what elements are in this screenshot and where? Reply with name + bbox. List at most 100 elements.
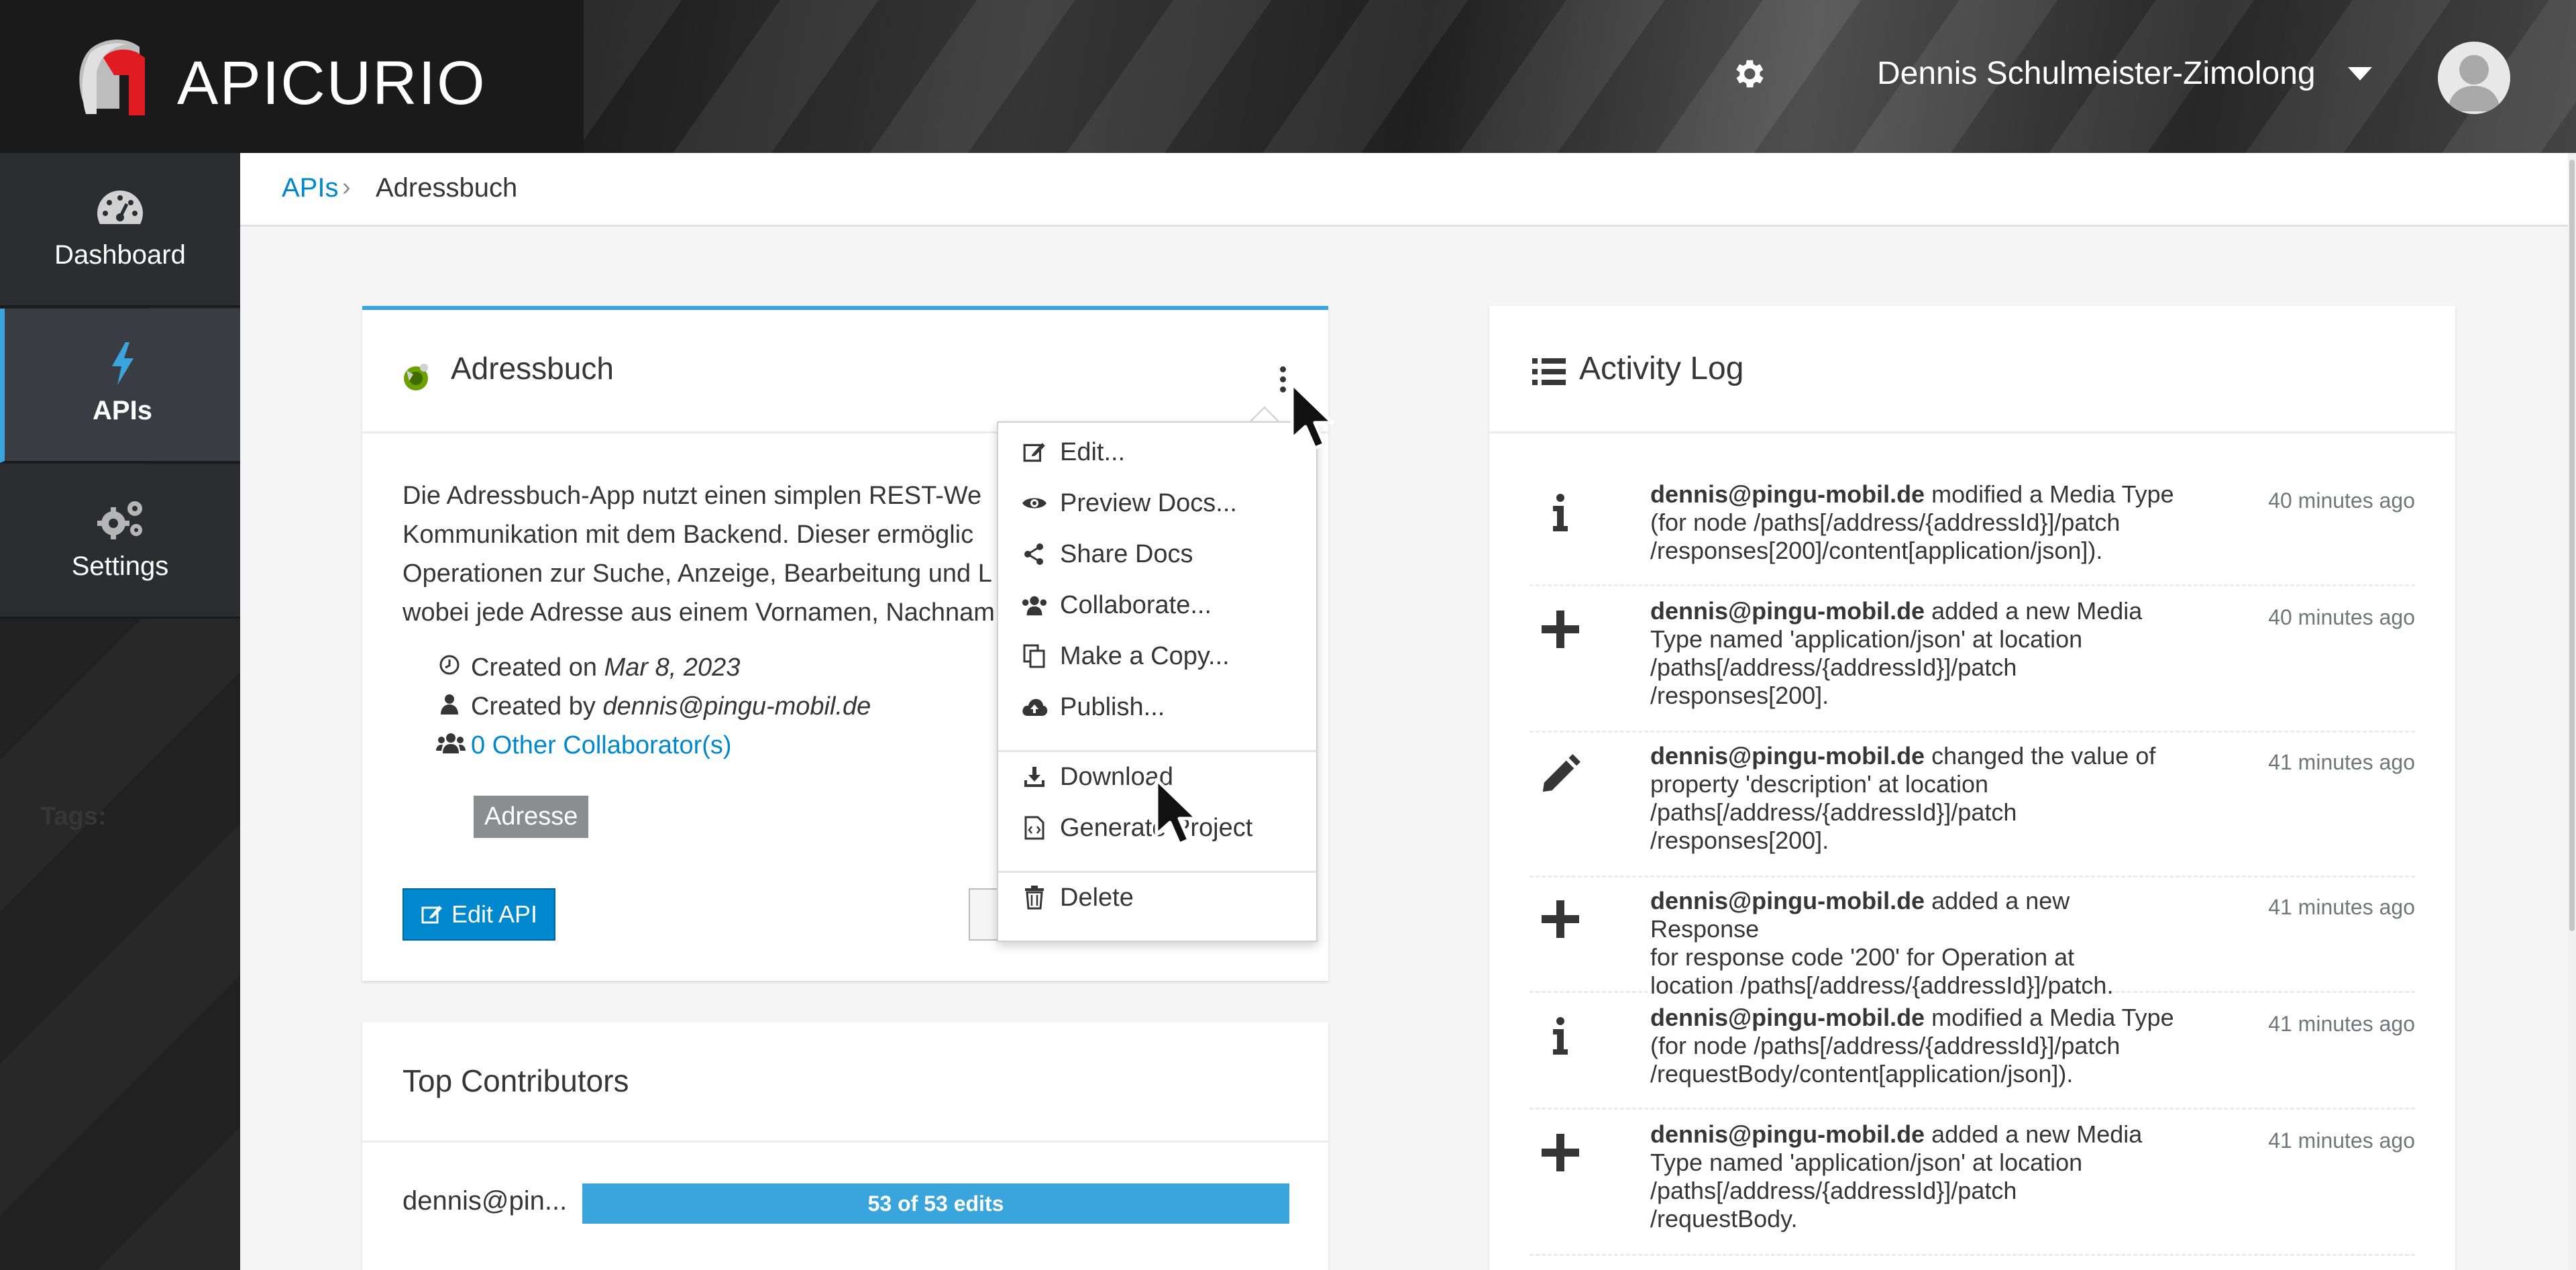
list-icon [1532,358,1566,385]
trash-icon [1020,886,1049,910]
plus-icon [1540,609,1580,649]
chevron-down-icon[interactable] [2348,67,2372,81]
activity-text: dennis@pingu-mobil.de added a new Media T… [1650,1120,2143,1232]
kebab-menu-icon[interactable] [1275,366,1291,400]
api-type-icon [404,364,428,390]
apicurio-logo-icon[interactable] [72,35,153,118]
activity-time: 40 minutes ago [2268,488,2415,513]
users-icon [1020,594,1049,616]
clock-icon [436,653,463,682]
collaborators-link[interactable]: 0 Other Collaborator(s) [471,731,732,759]
created-by-email: dennis@pingu-mobil.de [602,692,871,721]
breadcrumb-link-apis[interactable]: APIs [282,173,338,203]
sidebar-label-dashboard: Dashboard [54,240,186,270]
created-on-date: Mar 8, 2023 [604,653,741,682]
breadcrumb-current: Adressbuch [376,173,518,203]
eye-icon [1020,494,1049,512]
sidebar-label-apis: APIs [93,396,152,425]
api-card-header: Adressbuch [362,310,1328,433]
sidebar-item-dashboard[interactable]: Dashboard [0,153,240,307]
menu-item-edit[interactable]: Edit... [998,428,1316,476]
user-silhouette-icon [2447,55,2501,111]
info-icon [1540,1016,1580,1056]
menu-item-label: Edit... [1060,437,1126,466]
activity-entry: dennis@pingu-mobil.de added a new Media T… [1529,1120,2415,1256]
activity-text: dennis@pingu-mobil.de modified a Media T… [1650,1004,2174,1088]
mouse-pointer-icon [1155,778,1199,846]
activity-entry: dennis@pingu-mobil.de added a new Respon… [1529,887,2415,999]
menu-item-delete[interactable]: Delete [998,874,1316,922]
tag-badge[interactable]: Adresse [474,796,589,838]
activity-user: dennis@pingu-mobil.de [1650,742,1925,770]
activity-text: dennis@pingu-mobil.de modified a Media T… [1650,480,2174,564]
avatar[interactable] [2438,42,2510,114]
menu-item-label: Make a Copy... [1060,641,1230,670]
activity-text: dennis@pingu-mobil.de changed the value … [1650,742,2156,854]
sidebar-label-settings: Settings [71,551,169,581]
gears-icon [97,501,142,539]
menu-item-label: Preview Docs... [1060,488,1237,517]
plus-icon [1540,1132,1580,1173]
activity-time: 41 minutes ago [2268,1128,2415,1153]
user-menu-name[interactable]: Dennis Schulmeister-Zimolong [1877,55,2316,92]
menu-item-label: Delete [1060,883,1134,912]
contributor-edits-bar: 53 of 53 edits [582,1183,1289,1224]
created-on-label: Created on [471,653,598,682]
activity-entry: dennis@pingu-mobil.de modified a Media T… [1529,1004,2415,1110]
breadcrumb-separator: › [342,173,351,201]
pencil-icon [1540,754,1580,794]
mouse-pointer-icon [1290,382,1334,450]
activity-log-title: Activity Log [1579,351,1744,386]
collaborators-row: 0 Other Collaborator(s) [436,731,732,760]
cloud-upload-icon [1020,697,1049,717]
menu-divider [998,871,1316,873]
api-title: Adressbuch [451,351,614,386]
scrollbar-thumb[interactable] [2569,160,2575,931]
edit-api-button[interactable]: Edit API [402,888,555,941]
dashboard-gauge-icon [97,191,143,224]
menu-item-publish[interactable]: Publish... [998,683,1316,731]
sidebar: Dashboard APIs Settings [0,153,240,1270]
activity-time: 41 minutes ago [2268,750,2415,774]
activity-time: 41 minutes ago [2268,895,2415,919]
created-by-label: Created by [471,692,596,721]
masthead: APICURIO Dennis Schulmeister-Zimolong [0,0,2576,153]
menu-item-collaborate[interactable]: Collaborate... [998,581,1316,629]
menu-item-label: Share Docs [1060,539,1193,568]
brand-area: APICURIO [0,0,584,153]
activity-user: dennis@pingu-mobil.de [1650,1120,1925,1148]
edit-api-label: Edit API [451,900,538,928]
sidebar-item-settings[interactable]: Settings [0,464,240,619]
code-file-icon [1020,816,1049,840]
share-icon [1020,543,1049,566]
created-by-row: Created by dennis@pingu-mobil.de [436,692,871,721]
activity-log-header: Activity Log [1489,306,2455,433]
activity-time: 40 minutes ago [2268,605,2415,629]
page-scrollbar[interactable] [2568,153,2576,1270]
menu-divider [998,750,1316,752]
activity-time: 41 minutes ago [2268,1012,2415,1036]
top-contributors-card: Top Contributors dennis@pin... 53 of 53 … [362,1022,1328,1270]
users-icon [436,731,466,760]
breadcrumb: APIs › Adressbuch [240,153,2568,227]
plus-icon [1540,899,1580,939]
settings-gear-icon[interactable] [1729,55,1767,93]
activity-entry: dennis@pingu-mobil.de modified a Media T… [1529,480,2415,586]
tags-label: Tags: [40,802,107,831]
created-on-row: Created on Mar 8, 2023 [436,653,740,682]
brand-name[interactable]: APICURIO [177,48,486,119]
menu-item-make-copy[interactable]: Make a Copy... [998,632,1316,680]
api-actions-menu: Edit... Preview Docs... Share Docs Colla… [997,421,1318,942]
activity-user: dennis@pingu-mobil.de [1650,597,1925,625]
sidebar-item-apis[interactable]: APIs [0,309,240,463]
menu-item-label: Publish... [1060,692,1165,721]
user-icon [436,692,463,721]
edit-icon [421,906,442,924]
activity-text: dennis@pingu-mobil.de added a new Respon… [1650,887,2114,999]
top-contributors-title: Top Contributors [402,1063,629,1098]
menu-item-share-docs[interactable]: Share Docs [998,530,1316,578]
activity-user: dennis@pingu-mobil.de [1650,887,1925,914]
menu-item-preview-docs[interactable]: Preview Docs... [998,479,1316,527]
info-icon [1540,492,1580,533]
edit-icon [1020,440,1049,464]
